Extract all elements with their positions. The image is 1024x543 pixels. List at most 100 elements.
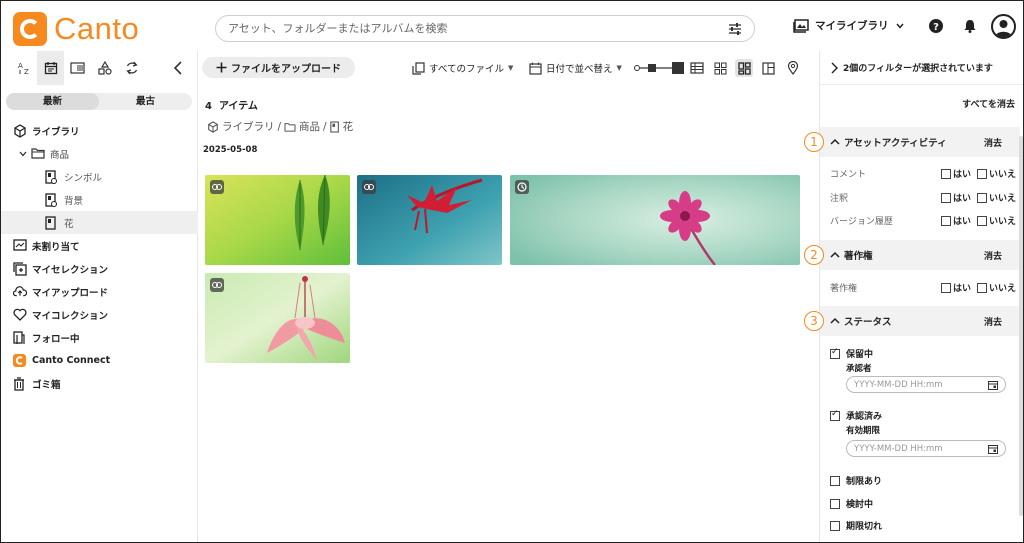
checkbox[interactable] (976, 193, 987, 203)
clear-all-button[interactable]: すべてを消去 (962, 97, 1015, 110)
yes-checkbox[interactable]: はい (940, 214, 971, 227)
file-type-filter[interactable]: すべてのファイル ▼ (412, 61, 513, 75)
brand-name: Canto (54, 11, 140, 46)
tree-item-canto-connect[interactable]: Canto Connect (1, 349, 198, 372)
approver-date-field[interactable] (846, 376, 1006, 393)
clear-section-button[interactable]: 消去 (984, 249, 1002, 262)
tree-item-products[interactable]: 商品 (1, 142, 198, 165)
filter-sliders-icon[interactable] (728, 22, 742, 36)
breadcrumb-flower[interactable]: 花 (343, 119, 354, 134)
filter-section-asset-activity[interactable]: 1 アセットアクティビティ 消去 (804, 127, 1020, 157)
panel-scrollbar[interactable] (1019, 136, 1023, 516)
status-expired[interactable]: 期限切れ (830, 519, 882, 532)
tree-item-label: マイコレクション (32, 310, 109, 322)
metadata-tool[interactable] (64, 51, 91, 85)
sort-dropdown[interactable]: 日付で並べ替え ▼ (529, 61, 622, 75)
bell-icon[interactable] (962, 18, 978, 34)
filter-section-copyright[interactable]: 2 著作権 消去 (804, 240, 1020, 270)
search-bar[interactable] (215, 15, 755, 42)
filter-panel-header[interactable]: 2個のフィルターが選択されています (820, 51, 1023, 85)
tree-item-symbol[interactable]: シンボル (1, 165, 198, 188)
clear-section-button[interactable]: 消去 (984, 136, 1002, 149)
asset-thumbnail[interactable] (205, 175, 350, 265)
checkbox[interactable] (976, 283, 987, 293)
yes-checkbox[interactable]: はい (940, 191, 971, 204)
collapse-sidebar-icon[interactable] (171, 60, 185, 76)
sort-az-tool[interactable]: AZ (10, 51, 37, 85)
user-avatar[interactable] (991, 14, 1016, 39)
checkbox[interactable] (976, 169, 987, 179)
thumbnail-size-slider[interactable] (634, 60, 686, 76)
checkbox[interactable] (940, 193, 951, 203)
calendar-icon[interactable] (988, 444, 998, 454)
split-view-icon (761, 61, 775, 75)
shapes-tool[interactable] (91, 51, 118, 85)
breadcrumb-products[interactable]: 商品 (299, 119, 320, 134)
tree-item-label: シンボル (64, 172, 103, 184)
no-checkbox[interactable]: いいえ (976, 167, 1016, 180)
yes-checkbox[interactable]: はい (940, 167, 971, 180)
map-view-button[interactable] (784, 59, 802, 77)
expiry-date-field[interactable] (846, 440, 1006, 457)
yes-checkbox[interactable]: はい (940, 281, 971, 294)
tree-item-my-collections[interactable]: マイコレクション (1, 303, 198, 326)
filter-section-status[interactable]: 3 ステータス 消去 (804, 306, 1020, 336)
tree-item-my-uploads[interactable]: マイアップロード (1, 280, 198, 303)
breadcrumb-library[interactable]: ライブラリ (222, 119, 275, 134)
asset-thumbnail[interactable] (357, 175, 502, 265)
sync-icon (125, 61, 138, 75)
shapes-icon (97, 61, 112, 75)
checkbox[interactable] (830, 520, 840, 531)
checkbox[interactable] (830, 409, 840, 421)
checkbox[interactable] (976, 216, 987, 226)
date-view-tool[interactable] (37, 51, 64, 85)
tree-item-trash[interactable]: ゴミ箱 (1, 372, 198, 395)
help-icon[interactable]: ? (928, 18, 944, 34)
search-input[interactable] (228, 22, 728, 35)
status-approved[interactable]: 承認済み (830, 409, 882, 422)
chevron-down-icon (895, 23, 904, 29)
checkbox[interactable] (830, 475, 840, 486)
tree-item-background[interactable]: 背景 (1, 188, 198, 211)
checkbox[interactable] (830, 347, 840, 359)
clear-section-button[interactable]: 消去 (984, 315, 1002, 328)
expiry-date-input[interactable] (854, 443, 988, 454)
checkbox[interactable] (940, 283, 951, 293)
status-review[interactable]: 検討中 (830, 497, 873, 510)
split-view-button[interactable] (759, 59, 777, 77)
checkbox[interactable] (940, 216, 951, 226)
tree-item-unassigned[interactable]: 未割り当て (1, 234, 198, 257)
canto-logo[interactable]: Canto (13, 11, 139, 47)
checkbox[interactable] (830, 498, 840, 509)
grid-view-button[interactable] (711, 59, 729, 77)
status-restricted[interactable]: 制限あり (830, 474, 882, 487)
tree-item-flower[interactable]: 花 (1, 211, 198, 234)
calendar-icon[interactable] (988, 380, 998, 390)
sort-newest-tab[interactable]: 最新 (6, 93, 99, 110)
checkbox[interactable] (940, 169, 951, 179)
upload-files-button[interactable]: ファイルをアップロード (202, 57, 355, 78)
tree-item-my-selection[interactable]: マイセレクション (1, 257, 198, 280)
list-view-button[interactable] (688, 59, 706, 77)
status-pending[interactable]: 保留中 (830, 347, 873, 360)
no-checkbox[interactable]: いいえ (976, 191, 1016, 204)
library-switcher[interactable]: マイライブラリ (793, 18, 905, 33)
calendar-icon (529, 62, 542, 75)
sync-tool[interactable] (118, 51, 145, 85)
asset-thumbnail[interactable] (205, 273, 350, 363)
svg-text:A: A (18, 62, 23, 70)
filter-row-comment: コメント はい いいえ (830, 166, 1016, 180)
masonry-view-button[interactable] (735, 59, 753, 77)
chevron-right-icon[interactable] (830, 62, 838, 74)
sort-oldest-tab[interactable]: 最古 (99, 93, 192, 110)
link-badge (362, 180, 376, 194)
chevron-down-icon[interactable] (18, 149, 28, 159)
asset-thumbnail[interactable] (510, 175, 800, 265)
link-badge (210, 180, 224, 194)
approver-date-input[interactable] (854, 379, 988, 390)
no-checkbox[interactable]: いいえ (976, 214, 1016, 227)
tree-item-library[interactable]: ライブラリ (1, 119, 198, 142)
section-title: ステータス (844, 317, 892, 328)
no-checkbox[interactable]: いいえ (976, 281, 1016, 294)
tree-item-following[interactable]: フォロー中 (1, 326, 198, 349)
